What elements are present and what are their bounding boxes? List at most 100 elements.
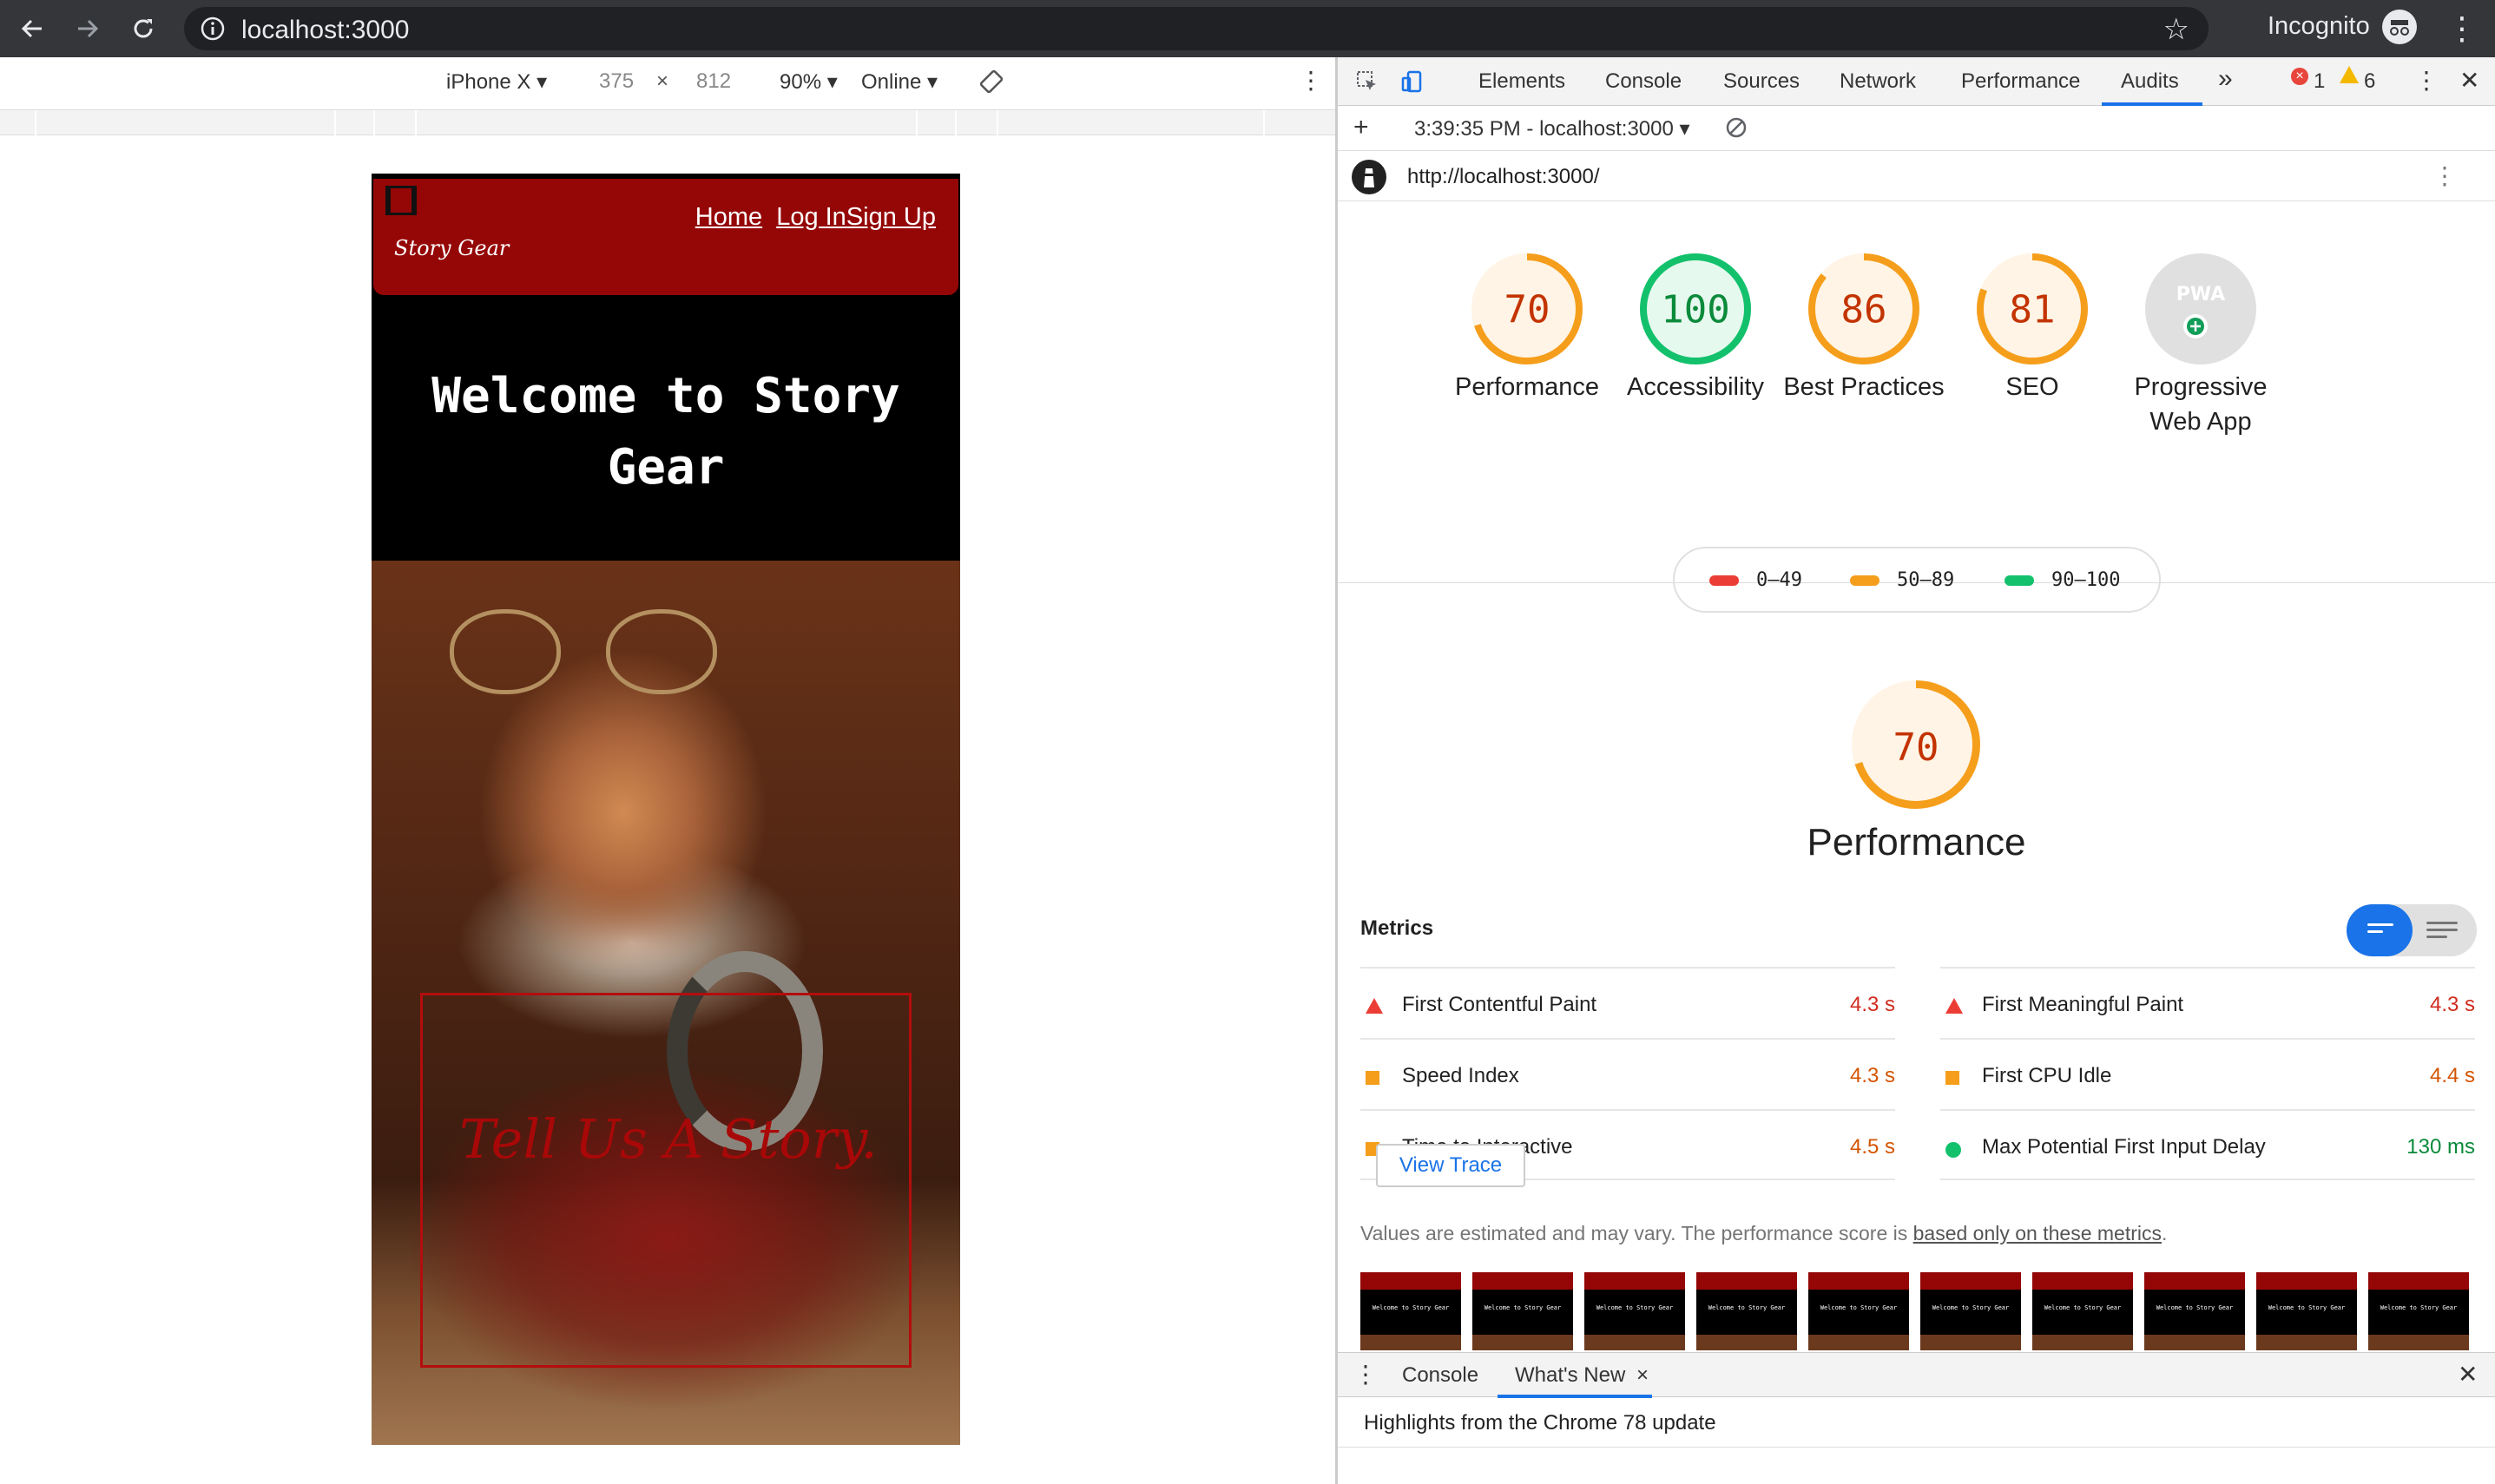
legend-pass-range: 90–100 <box>2051 569 2121 591</box>
toggle-compact[interactable] <box>2347 904 2413 956</box>
score-gauges: 70 Performance 100 Accessibility 86 Best Pr… <box>1338 201 2495 613</box>
filmstrip-frame: Welcome to Story Gear <box>2368 1272 2469 1350</box>
drawer-tab-console[interactable]: Console <box>1402 1363 1478 1388</box>
metrics-info-link[interactable]: based only on these metrics <box>1913 1222 2162 1244</box>
gauge-accessibility[interactable]: 100 Accessibility <box>1609 253 1782 404</box>
tab-elements[interactable]: Elements <box>1478 69 1565 94</box>
tab-performance[interactable]: Performance <box>1961 69 2080 94</box>
gauge-label: Accessibility <box>1627 373 1764 401</box>
report-selector-label: 3:39:35 PM - localhost:3000 <box>1414 117 1674 141</box>
address-bar[interactable]: localhost:3000 ☆ <box>184 7 2209 50</box>
filmstrip-frame: Welcome to Story Gear <box>2144 1272 2245 1350</box>
dimension-times: × <box>656 69 669 93</box>
metric-row: Max Potential First Input Delay 130 ms <box>1940 1109 2475 1180</box>
devtools-close-icon[interactable]: ✕ <box>2459 66 2479 95</box>
warning-icon[interactable] <box>2340 66 2359 83</box>
whats-new-headline: Highlights from the Chrome 78 update <box>1364 1411 1716 1435</box>
pwa-badge-text: PWA <box>2176 284 2225 305</box>
tab-audits[interactable]: Audits <box>2121 69 2179 94</box>
whats-new-content: Highlights from the Chrome 78 update <box>1338 1397 2495 1448</box>
metric-row: Speed Index 4.3 s <box>1360 1038 1895 1109</box>
hero-image: Tell Us A Story. <box>372 561 960 1445</box>
audited-url[interactable]: http://localhost:3000/ <box>1407 165 1599 189</box>
error-icon[interactable]: × <box>2291 68 2308 85</box>
warning-count[interactable]: 6 <box>2364 69 2375 94</box>
toggle-expanded[interactable] <box>2426 922 2458 924</box>
more-tabs-icon[interactable]: » <box>2218 64 2233 94</box>
drawer-close-icon[interactable]: ✕ <box>2458 1360 2478 1389</box>
viewport-height[interactable]: 812 <box>696 69 731 94</box>
rotate-icon[interactable] <box>979 69 1004 100</box>
metric-name: First Meaningful Paint <box>1982 993 2184 1016</box>
metric-value: 4.5 s <box>1849 1135 1895 1159</box>
filmstrip-frame-title: Welcome to Story Gear <box>2268 1304 2346 1311</box>
tab-sources[interactable]: Sources <box>1723 69 1800 94</box>
pass-circle-icon <box>1945 1142 1961 1158</box>
gauge-label: SEO <box>2005 373 2059 401</box>
gauge-pwa[interactable]: PWA Progressive Web App <box>2114 253 2288 439</box>
drawer-tab-close-icon[interactable]: × <box>1636 1363 1649 1388</box>
devtools-panel: Elements Console Sources Network Perform… <box>1338 57 2495 1484</box>
drawer-tabbar: ⋮ Console What's New × ✕ <box>1338 1352 2495 1398</box>
new-audit-icon[interactable]: + <box>1353 113 1369 142</box>
nav-login-link[interactable]: Log In <box>776 203 846 231</box>
metric-row: First Contentful Paint 4.3 s <box>1360 967 1895 1038</box>
device-menu-icon[interactable]: ⋮ <box>1299 66 1323 95</box>
hero-cta-box[interactable]: Tell Us A Story. <box>420 993 912 1368</box>
legend-fail-range: 0–49 <box>1756 569 1802 591</box>
address-text[interactable]: localhost:3000 <box>241 16 409 45</box>
bookmark-star-icon[interactable]: ☆ <box>2163 12 2189 47</box>
filmstrip-frame-title: Welcome to Story Gear <box>1596 1304 1674 1311</box>
legend-average-range: 50–89 <box>1897 569 1955 591</box>
device-toggle-icon[interactable] <box>1400 69 1425 100</box>
incognito-icon[interactable] <box>2382 10 2417 44</box>
average-square-icon <box>1945 1071 1959 1085</box>
devtools-tabbar: Elements Console Sources Network Perform… <box>1338 57 2495 106</box>
score-value: 70 <box>1504 287 1550 332</box>
devtools-menu-icon[interactable]: ⋮ <box>2414 66 2439 95</box>
gauge-seo[interactable]: 81 SEO <box>1945 253 2119 404</box>
drawer-tab-whats-new[interactable]: What's New <box>1515 1363 1625 1388</box>
info-icon[interactable] <box>200 16 226 46</box>
filmstrip-frame-title: Welcome to Story Gear <box>2156 1304 2234 1311</box>
metric-row: First CPU Idle 4.4 s <box>1940 1038 2475 1109</box>
gauge-performance[interactable]: 70 Performance <box>1440 253 1614 404</box>
filmstrip-frame: Welcome to Story Gear <box>1472 1272 1573 1350</box>
viewport-width[interactable]: 375 <box>599 69 634 94</box>
gauge-label: Performance <box>1454 373 1599 401</box>
metric-name: Speed Index <box>1402 1064 1519 1087</box>
device-pane: iPhone X ▾ 375 × 812 90% ▾ Online ▾ ⋮ St… <box>0 57 1335 1484</box>
gauge-best-practices[interactable]: 86 Best Practices <box>1777 253 1951 404</box>
report-menu-icon[interactable]: ⋮ <box>2432 161 2457 190</box>
zoom-select[interactable]: 90% ▾ <box>780 69 838 95</box>
filmstrip-frame: Welcome to Story Gear <box>1360 1272 1461 1350</box>
legend-average: 50–89 <box>1850 569 1954 591</box>
metric-value: 4.4 s <box>2429 1064 2475 1087</box>
hero-photo-detail <box>606 609 717 694</box>
inspect-element-icon[interactable] <box>1355 69 1379 100</box>
browser-menu-icon[interactable]: ⋮ <box>2446 10 2478 47</box>
drawer-menu-icon[interactable]: ⋮ <box>1353 1360 1378 1389</box>
site-logo[interactable]: Story Gear <box>394 236 509 260</box>
tab-console[interactable]: Console <box>1605 69 1682 94</box>
tab-network[interactable]: Network <box>1840 69 1916 94</box>
browser-toolbar: localhost:3000 ☆ Incognito ⋮ <box>0 0 2495 57</box>
metrics-view-toggle[interactable] <box>2347 904 2477 956</box>
filmstrip-frame: Welcome to Story Gear <box>2032 1272 2133 1350</box>
clear-reports-icon[interactable] <box>1725 116 1748 145</box>
report-selector[interactable]: 3:39:35 PM - localhost:3000 ▾ <box>1414 116 1690 141</box>
error-count[interactable]: 1 <box>2314 69 2325 94</box>
back-arrow-icon[interactable] <box>14 10 50 47</box>
view-trace-button[interactable]: View Trace <box>1376 1144 1525 1187</box>
filmstrip-frame-title: Welcome to Story Gear <box>1708 1304 1786 1311</box>
nav-home-link[interactable]: Home <box>695 203 762 231</box>
media-query-ruler[interactable] <box>0 109 1335 136</box>
network-select[interactable]: Online ▾ <box>861 69 938 95</box>
nav-signup-link[interactable]: Sign Up <box>846 203 936 231</box>
score-value: 100 <box>1661 287 1729 332</box>
filmstrip-frame-title: Welcome to Story Gear <box>1820 1304 1898 1311</box>
forward-arrow-icon[interactable] <box>69 10 106 47</box>
reload-icon[interactable] <box>125 10 161 47</box>
device-select[interactable]: iPhone X ▾ <box>446 69 547 95</box>
network-value: Online <box>861 70 922 94</box>
